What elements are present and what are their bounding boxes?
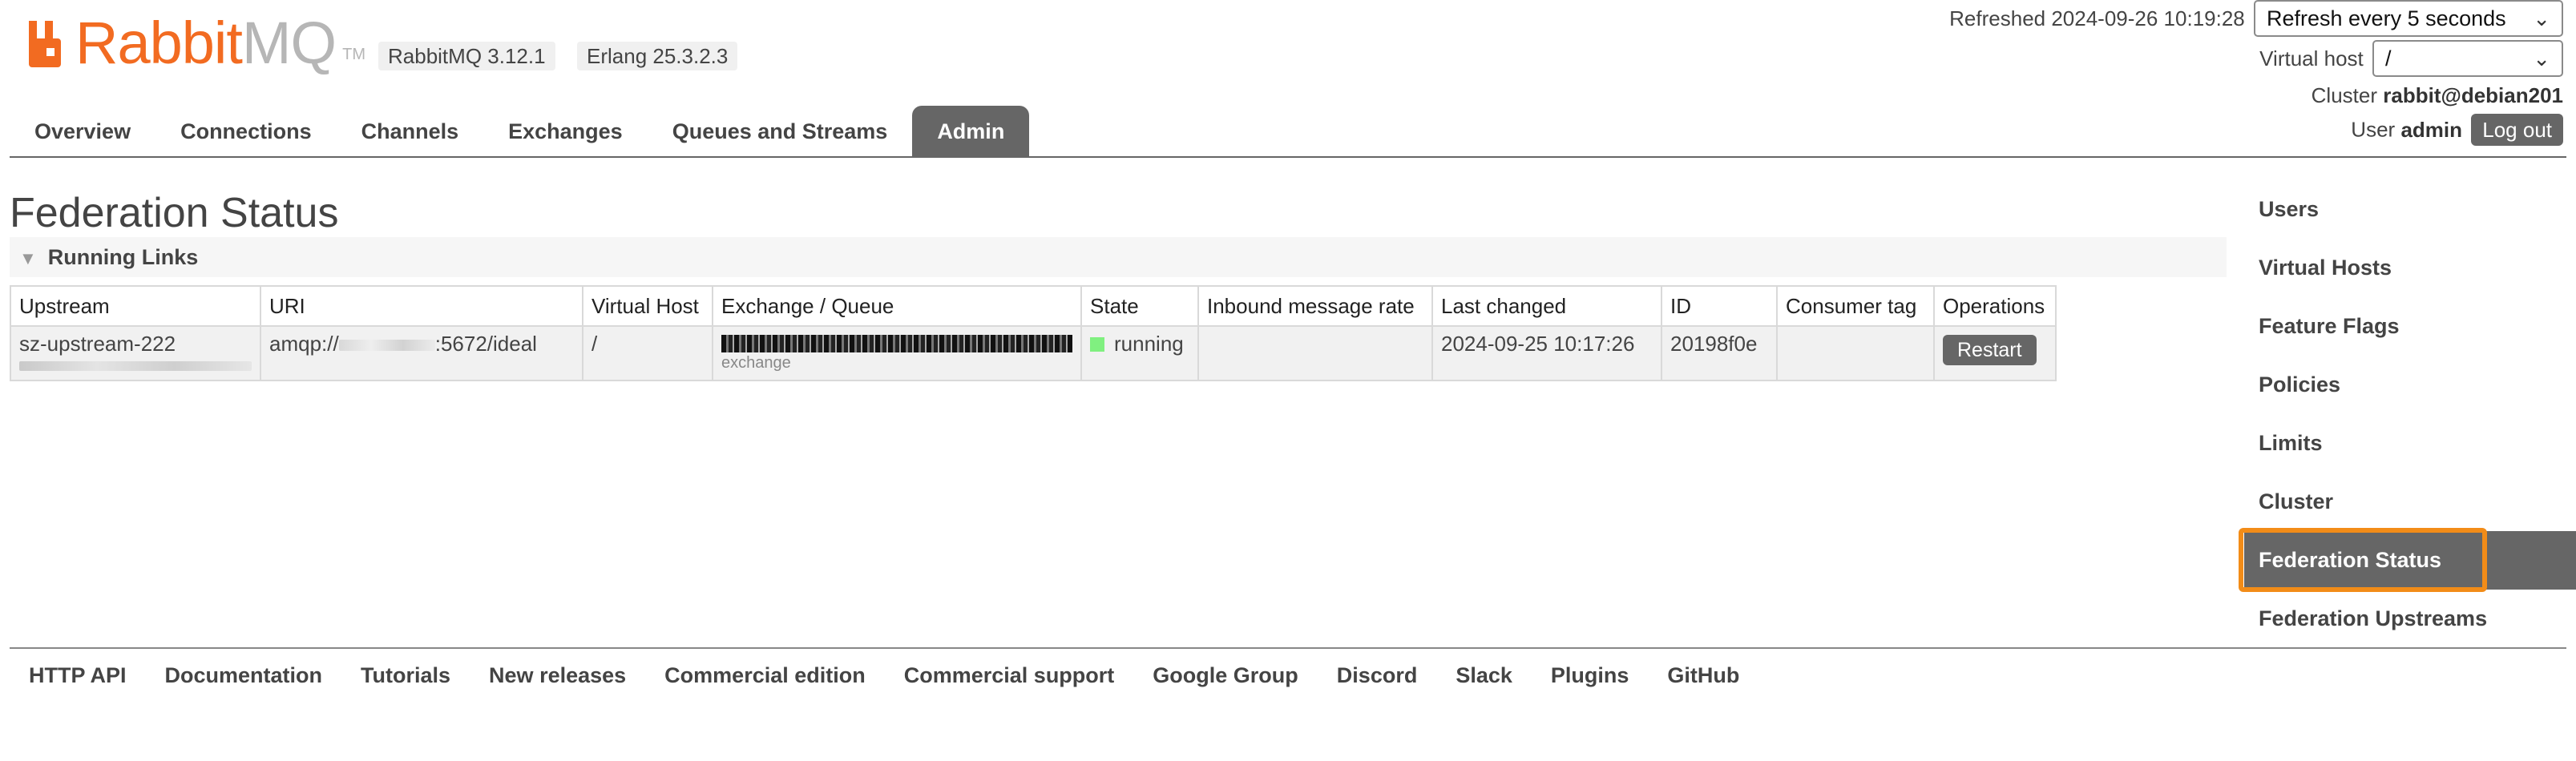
user-row: User admin Log out [2351,114,2563,146]
footer-link-new-releases[interactable]: New releases [470,655,645,695]
cell-inbound-rate [1197,325,1433,381]
cell-id: 20198f0e [1661,325,1778,381]
running-status-indicator [1090,337,1104,352]
refresh-interval-value: Refresh every 5 seconds [2267,6,2506,30]
blurred-host [338,340,435,352]
upstream-name: sz-upstream-222 [19,332,176,356]
page-title: Federation Status [10,190,339,236]
sidebar-item-users[interactable]: Users [2244,180,2576,239]
table-header-row: Upstream URI Virtual Host Exchange / Que… [10,285,2057,327]
tab-admin[interactable]: Admin [912,106,1030,157]
cell-upstream: sz-upstream-222 [10,325,261,381]
sidebar-item-federation-status[interactable]: Federation Status [2244,531,2576,590]
cell-uri: amqp:// :5672/ideal [260,325,583,381]
triangle-down-icon: ▼ [19,248,37,268]
footer-link-documentation[interactable]: Documentation [146,655,342,695]
chevron-down-icon: ⌄ [2533,6,2550,30]
sidebar-item-federation-upstreams[interactable]: Federation Upstreams [2244,590,2576,648]
footer-link-slack[interactable]: Slack [1436,655,1532,695]
rabbitmq-logo[interactable]: Rabbit MQ TM [26,11,365,75]
cluster-name: rabbit@debian201 [2383,83,2563,107]
sidebar-item-limits[interactable]: Limits [2244,414,2576,473]
blurred-text [19,361,252,371]
logo-trademark: TM [342,46,365,63]
footer-link-tutorials[interactable]: Tutorials [341,655,470,695]
column-header-consumer-tag[interactable]: Consumer tag [1776,285,1935,327]
main-nav-tabs: Overview Connections Channels Exchanges … [10,106,1030,157]
uri-suffix: :5672/ideal [434,332,537,356]
rabbitmq-version-badge: RabbitMQ 3.12.1 [378,42,555,70]
uri-prefix: amqp:// [269,332,339,356]
column-header-state[interactable]: State [1080,285,1199,327]
cell-state: running [1080,325,1199,381]
running-links-table: Upstream URI Virtual Host Exchange / Que… [10,285,2057,381]
cell-operations: Restart [1933,325,2057,381]
refresh-interval-select[interactable]: Refresh every 5 seconds ⌄ [2254,0,2563,37]
sidebar-item-cluster[interactable]: Cluster [2244,473,2576,531]
footer-links: HTTP API Documentation Tutorials New rel… [10,655,1758,695]
virtual-host-row: Virtual host / ⌄ [2259,40,2563,77]
footer-divider [10,647,2566,649]
restart-button[interactable]: Restart [1943,335,2037,365]
column-header-upstream[interactable]: Upstream [10,285,261,327]
erlang-version-badge: Erlang 25.3.2.3 [577,42,738,70]
footer-link-github[interactable]: GitHub [1648,655,1758,695]
column-header-last-changed[interactable]: Last changed [1431,285,1662,327]
logo-text-rabbit: Rabbit [75,10,243,76]
sidebar-item-virtual-hosts[interactable]: Virtual Hosts [2244,239,2576,297]
refreshed-timestamp: Refreshed 2024-09-26 10:19:28 [1949,6,2245,30]
column-header-operations: Operations [1933,285,2057,327]
running-links-section-header[interactable]: ▼ Running Links [10,237,2227,277]
logout-button[interactable]: Log out [2471,114,2563,146]
admin-sidebar: Users Virtual Hosts Feature Flags Polici… [2244,180,2576,648]
footer-link-http-api[interactable]: HTTP API [10,655,146,695]
column-header-exchange-queue[interactable]: Exchange / Queue [712,285,1082,327]
tab-connections[interactable]: Connections [155,106,337,157]
cluster-row: Cluster rabbit@debian201 [2312,83,2563,108]
user-name: admin [2400,117,2463,142]
rabbitmq-logo-icon [29,21,61,67]
virtual-host-label: Virtual host [2259,46,2364,70]
cell-last-changed: 2024-09-25 10:17:26 [1431,325,1662,381]
footer-link-google-group[interactable]: Google Group [1133,655,1318,695]
column-header-virtual-host[interactable]: Virtual Host [582,285,713,327]
footer-link-plugins[interactable]: Plugins [1532,655,1649,695]
cell-virtual-host: / [582,325,713,381]
chevron-down-icon: ⌄ [2533,46,2550,70]
state-text: running [1114,332,1184,356]
column-header-id[interactable]: ID [1661,285,1778,327]
tab-overview[interactable]: Overview [10,106,155,157]
column-header-uri[interactable]: URI [260,285,583,327]
section-title: Running Links [47,245,199,269]
tab-exchanges[interactable]: Exchanges [483,106,648,157]
tab-channels[interactable]: Channels [337,106,484,157]
cell-consumer-tag [1776,325,1935,381]
refresh-row: Refreshed 2024-09-26 10:19:28 Refresh ev… [1949,0,2563,37]
user-label: User [2351,117,2396,142]
virtual-host-select[interactable]: / ⌄ [2372,40,2563,77]
tabs-divider [10,156,2566,158]
footer-link-discord[interactable]: Discord [1318,655,1437,695]
sidebar-item-feature-flags[interactable]: Feature Flags [2244,297,2576,356]
table-row: sz-upstream-222 amqp:// :5672/ideal / exc… [10,325,2057,381]
sidebar-item-policies[interactable]: Policies [2244,356,2576,414]
redacted-exchange-name[interactable] [721,335,1072,352]
logo-text-mq: MQ [241,10,337,76]
rabbitmq-management-ui: Rabbit MQ TM RabbitMQ 3.12.1 Erlang 25.3… [0,0,2576,761]
footer-link-commercial-support[interactable]: Commercial support [885,655,1134,695]
cell-exchange-queue: exchange [712,325,1082,381]
footer-link-commercial-edition[interactable]: Commercial edition [645,655,885,695]
virtual-host-value: / [2385,46,2392,70]
column-header-inbound-rate[interactable]: Inbound message rate [1197,285,1433,327]
cluster-label: Cluster [2311,83,2378,107]
exchange-type-label: exchange [721,354,791,372]
tab-queues-and-streams[interactable]: Queues and Streams [648,106,913,157]
